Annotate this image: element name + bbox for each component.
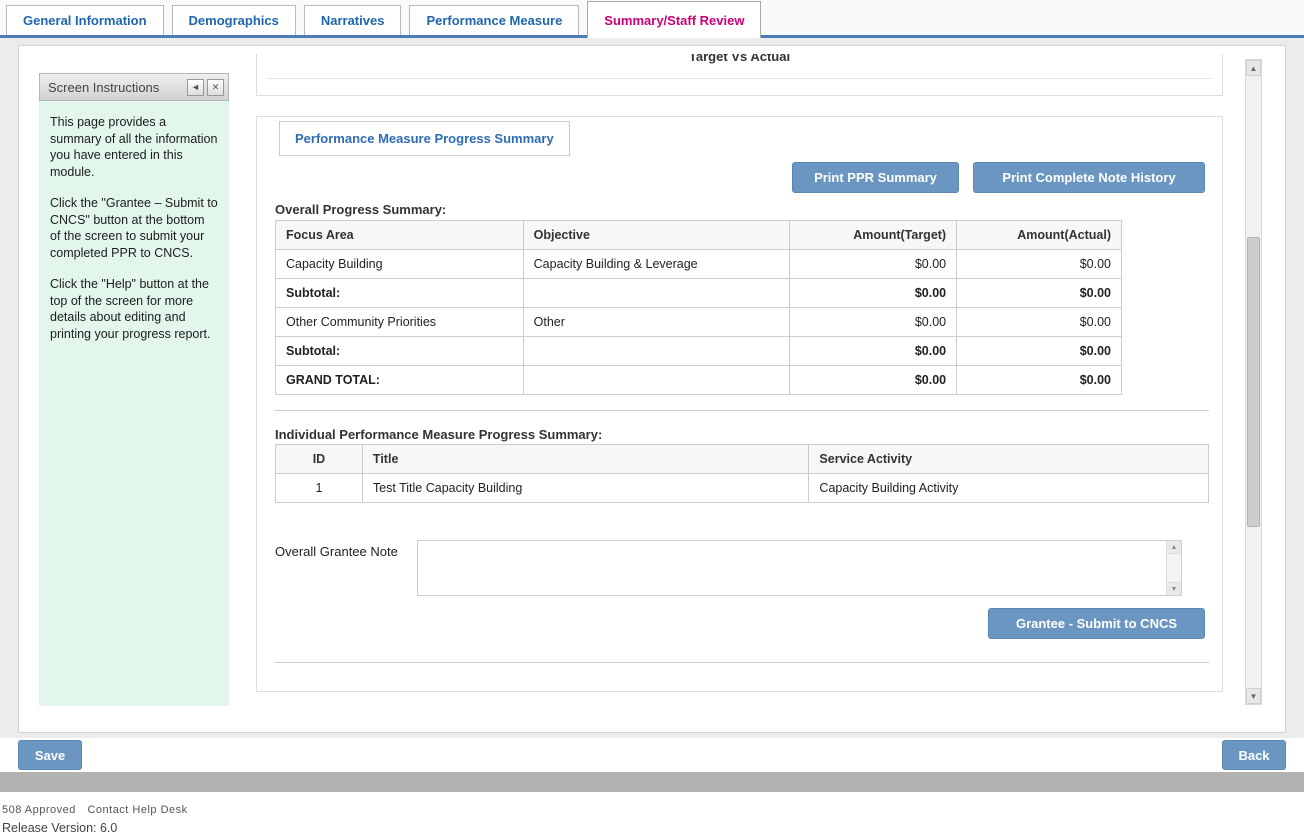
title-cell: Test Title Capacity Building [362,474,809,503]
back-button[interactable]: Back [1222,740,1286,770]
subtotal-row: Subtotal: $0.00 $0.00 [276,279,1122,308]
column-header-title: Title [362,445,809,474]
column-header-objective: Objective [523,221,790,250]
individual-performance-table: ID Title Service Activity 1 Test Title C… [275,444,1209,503]
amount-actual-cell: $0.00 [957,279,1122,308]
overall-progress-table: Focus Area Objective Amount(Target) Amou… [275,220,1122,395]
performance-measure-progress-summary-tab[interactable]: Performance Measure Progress Summary [279,121,570,156]
service-activity-cell: Capacity Building Activity [809,474,1209,503]
close-panel-icon[interactable]: ✕ [207,79,224,96]
overall-progress-summary-label: Overall Progress Summary: [275,202,446,217]
focus-area-cell: Subtotal: [276,279,524,308]
screen-instructions-body: This page provides a summary of all the … [39,101,229,706]
print-ppr-summary-button[interactable]: Print PPR Summary [792,162,959,193]
tab-performance-measure[interactable]: Performance Measure [409,5,579,35]
objective-cell: Other [523,308,790,337]
target-vs-actual-title: Target Vs Actual [257,54,1222,64]
amount-actual-cell: $0.00 [957,308,1122,337]
amount-target-cell: $0.00 [790,250,957,279]
amount-target-cell: $0.00 [790,366,957,395]
column-header-id: ID [276,445,363,474]
overall-grantee-note-input[interactable] [418,541,1167,595]
scrollbar-down-icon[interactable]: ▼ [1246,688,1261,704]
divider [275,662,1209,663]
overall-grantee-note-label: Overall Grantee Note [275,544,398,559]
objective-cell [523,337,790,366]
table-header-row: Focus Area Objective Amount(Target) Amou… [276,221,1122,250]
save-button[interactable]: Save [18,740,82,770]
tab-demographics[interactable]: Demographics [172,5,296,35]
instruction-paragraph: This page provides a summary of all the … [50,114,218,180]
scrollbar-up-icon[interactable]: ▲ [1246,60,1261,76]
amount-actual-cell: $0.00 [957,366,1122,395]
objective-cell [523,279,790,308]
column-header-service-activity: Service Activity [809,445,1209,474]
subtotal-row: Subtotal: $0.00 $0.00 [276,337,1122,366]
scroll-down-icon[interactable]: ▼ [1167,582,1181,595]
amount-actual-cell: $0.00 [957,337,1122,366]
tab-general-information[interactable]: General Information [6,5,164,35]
grand-total-row: GRAND TOTAL: $0.00 $0.00 [276,366,1122,395]
tab-narratives[interactable]: Narratives [304,5,402,35]
main-panel: Screen Instructions ◄ ✕ This page provid… [18,45,1286,733]
column-header-amount-actual: Amount(Actual) [957,221,1122,250]
table-row: Other Community Priorities Other $0.00 $… [276,308,1122,337]
print-complete-note-history-button[interactable]: Print Complete Note History [973,162,1205,193]
link-508-approved[interactable]: 508 Approved [2,804,76,816]
table-header-row: ID Title Service Activity [276,445,1209,474]
textarea-scrollbar[interactable]: ▲ ▼ [1166,541,1181,595]
vertical-scrollbar[interactable]: ▲ ▼ [1245,59,1262,705]
focus-area-cell: Subtotal: [276,337,524,366]
instruction-paragraph: Click the "Grantee – Submit to CNCS" but… [50,195,218,261]
link-contact-help-desk[interactable]: Contact Help Desk [87,804,187,816]
screen-instructions-header: Screen Instructions ◄ ✕ [39,73,229,101]
release-version-label: Release Version: 6.0 [2,821,117,835]
grantee-submit-to-cncs-button[interactable]: Grantee - Submit to CNCS [988,608,1205,639]
objective-cell: Capacity Building & Leverage [523,250,790,279]
screen-instructions-title: Screen Instructions [48,80,184,95]
objective-cell [523,366,790,395]
focus-area-cell: Capacity Building [276,250,524,279]
performance-summary-section: Performance Measure Progress Summary Pri… [256,116,1223,692]
instruction-paragraph: Click the "Help" button at the top of th… [50,276,218,342]
table-row: 1 Test Title Capacity Building Capacity … [276,474,1209,503]
overall-grantee-note-field: ▲ ▼ [417,540,1182,596]
scrollbar-thumb[interactable] [1247,237,1260,527]
focus-area-cell: Other Community Priorities [276,308,524,337]
tab-bar: General Information Demographics Narrati… [0,0,1304,38]
column-header-amount-target: Amount(Target) [790,221,957,250]
tab-summary-staff-review[interactable]: Summary/Staff Review [587,1,761,38]
divider [275,410,1209,411]
amount-target-cell: $0.00 [790,279,957,308]
footer-links: 508 Approved Contact Help Desk [2,804,196,816]
amount-target-cell: $0.00 [790,308,957,337]
scroll-up-icon[interactable]: ▲ [1167,541,1181,554]
footer-divider-bar [0,772,1304,792]
collapse-panel-icon[interactable]: ◄ [187,79,204,96]
individual-performance-summary-label: Individual Performance Measure Progress … [275,427,602,442]
divider [267,78,1212,79]
table-row: Capacity Building Capacity Building & Le… [276,250,1122,279]
page-background: Screen Instructions ◄ ✕ This page provid… [0,38,1304,738]
column-header-focus-area: Focus Area [276,221,524,250]
amount-target-cell: $0.00 [790,337,957,366]
screen-instructions-panel: Screen Instructions ◄ ✕ This page provid… [39,73,229,706]
target-vs-actual-section: Target Vs Actual [256,54,1223,96]
id-cell: 1 [276,474,363,503]
focus-area-cell: GRAND TOTAL: [276,366,524,395]
amount-actual-cell: $0.00 [957,250,1122,279]
